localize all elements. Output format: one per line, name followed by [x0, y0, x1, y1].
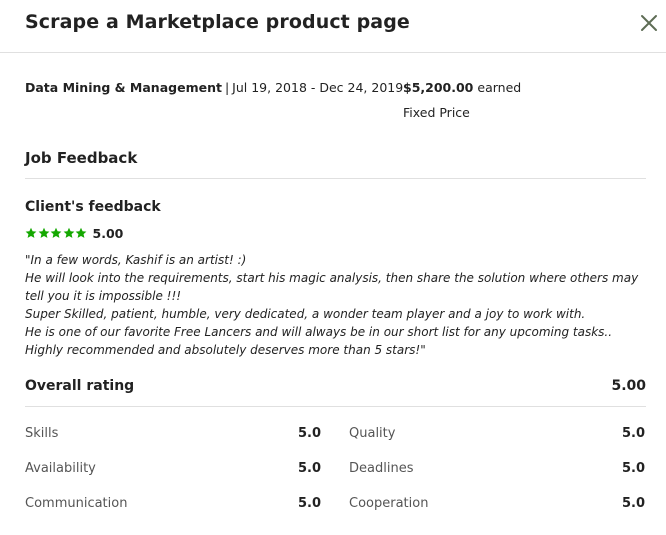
- metric-value-deadlines: 5.0: [621, 461, 645, 476]
- job-dates: Jul 19, 2018 - Dec 24, 2019: [232, 80, 404, 95]
- price-type: Fixed Price: [403, 105, 470, 120]
- feedback-line: Highly recommended and absolutely deserv…: [25, 343, 426, 357]
- feedback-line: He is one of our favorite Free Lancers a…: [25, 325, 613, 339]
- client-score: 5.00: [92, 225, 124, 241]
- earned-amount: $5,200.00: [403, 80, 474, 95]
- metric-value-availability: 5.0: [297, 461, 321, 476]
- job-earned: $5,200.00 earned: [403, 80, 521, 95]
- metric-value-skills: 5.0: [297, 426, 321, 441]
- star-icon: [38, 227, 49, 238]
- job-category: Data Mining & Management: [25, 80, 222, 95]
- modal-header: Scrape a Marketplace product page: [0, 0, 666, 53]
- modal-title: Scrape a Marketplace product page: [25, 11, 410, 33]
- close-icon[interactable]: [639, 13, 659, 33]
- metric-value-communication: 5.0: [297, 496, 321, 511]
- metric-label-cooperation: Cooperation: [349, 496, 429, 511]
- star-icon: [25, 227, 37, 238]
- client-rating: 5.00: [25, 225, 124, 241]
- metric-label-communication: Communication: [25, 496, 128, 511]
- star-icon: [63, 227, 74, 238]
- feedback-text: "In a few words, Kashif is an artist! :)…: [25, 251, 655, 359]
- overall-rating-value: 5.00: [611, 378, 646, 394]
- job-feedback-heading: Job Feedback: [25, 149, 138, 167]
- job-meta: Data Mining & Management | Jul 19, 2018 - …: [25, 80, 403, 95]
- metric-label-skills: Skills: [25, 426, 59, 441]
- meta-separator: |: [224, 80, 230, 95]
- feedback-line: "In a few words, Kashif is an artist! :): [25, 253, 247, 267]
- feedback-line: tell you it is impossible !!!: [25, 289, 182, 303]
- star-icon: [75, 227, 87, 238]
- metric-value-quality: 5.0: [621, 426, 645, 441]
- feedback-line: He will look into the requirements, star…: [25, 271, 639, 285]
- metric-label-availability: Availability: [25, 461, 96, 476]
- star-rating: [25, 227, 88, 239]
- earned-label: earned: [477, 80, 522, 95]
- feedback-line: Super Skilled, patient, humble, very ded…: [25, 307, 586, 321]
- divider: [25, 178, 646, 179]
- client-feedback-heading: Client's feedback: [25, 199, 161, 215]
- metric-value-cooperation: 5.0: [621, 496, 645, 511]
- divider: [25, 406, 646, 407]
- star-icon: [50, 227, 62, 238]
- metric-label-quality: Quality: [349, 426, 396, 441]
- metric-label-deadlines: Deadlines: [349, 461, 414, 476]
- overall-rating-label: Overall rating: [25, 378, 135, 394]
